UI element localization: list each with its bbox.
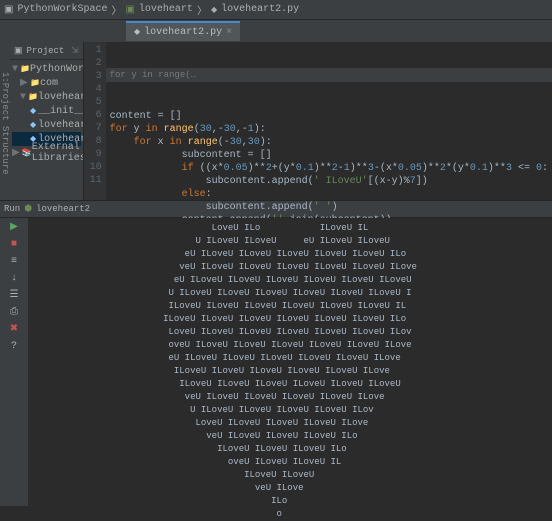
folder-icon: ▣: [125, 4, 134, 16]
run-tool-icon[interactable]: ▶: [8, 222, 20, 234]
editor-tabs: ◆ loveheart2.py ×: [0, 20, 552, 42]
code-crumb[interactable]: for y in range(…: [106, 68, 552, 82]
tree-node[interactable]: ▼📁loveheart: [12, 90, 81, 104]
tab-label: loveheart2.py: [144, 27, 222, 38]
gutter: 1234567891011: [84, 42, 106, 200]
editor: 1234567891011 for y in range(… content =…: [84, 42, 552, 200]
tree-node[interactable]: ◆__init__.py: [12, 104, 81, 118]
tree-node[interactable]: ▶📁com: [12, 76, 81, 90]
python-icon: ⬢: [24, 204, 32, 214]
run-tool-icon[interactable]: ☰: [8, 290, 20, 302]
run-tool-icon[interactable]: ?: [8, 341, 20, 353]
breadcrumb-file[interactable]: loveheart2.py: [221, 4, 299, 15]
run-tool-icon[interactable]: ↓: [8, 273, 20, 285]
python-file-icon: ◆: [211, 5, 217, 15]
tree-node[interactable]: ◆loveheart1.py: [12, 118, 81, 132]
tab-active[interactable]: ◆ loveheart2.py ×: [126, 21, 240, 41]
breadcrumb-folder[interactable]: loveheart: [139, 4, 193, 15]
tree-node[interactable]: ▼📁PythonWorkSpaceE:\PythonW: [12, 62, 81, 76]
project-header[interactable]: ▣ Project ⇲: [10, 42, 83, 60]
run-tool-icon[interactable]: ■: [8, 239, 20, 251]
run-output[interactable]: LoveU ILo ILoveU IL U ILoveU ILoveU eU I…: [28, 218, 552, 506]
run-tool-icon[interactable]: ⎙: [8, 307, 20, 319]
folder-icon: ▣: [4, 4, 13, 16]
code-area[interactable]: for y in range(… content = []for y in ra…: [106, 42, 552, 200]
run-tool-icon[interactable]: ✖: [8, 324, 20, 336]
run-tool-icon[interactable]: ≡: [8, 256, 20, 268]
breadcrumb-bar: ▣ PythonWorkSpace 〉 ▣ loveheart 〉 ◆ love…: [0, 0, 552, 20]
tool-window-bar-left[interactable]: 1:Project Structure: [0, 42, 10, 200]
project-panel: ▣ Project ⇲ ▼📁PythonWorkSpaceE:\PythonW▶…: [10, 42, 84, 200]
run-toolbar: ▶ ■ ≡ ↓ ☰ ⎙ ✖?: [0, 218, 28, 506]
tree-node[interactable]: ▶📚External Libraries: [12, 146, 81, 160]
project-icon: ▣: [14, 46, 23, 56]
project-tree: ▼📁PythonWorkSpaceE:\PythonW▶📁com▼📁lovehe…: [10, 60, 83, 162]
python-file-icon: ◆: [134, 27, 140, 37]
collapse-icon[interactable]: ⇲: [71, 46, 79, 56]
close-icon[interactable]: ×: [226, 27, 232, 38]
breadcrumb-root[interactable]: PythonWorkSpace: [17, 4, 107, 15]
